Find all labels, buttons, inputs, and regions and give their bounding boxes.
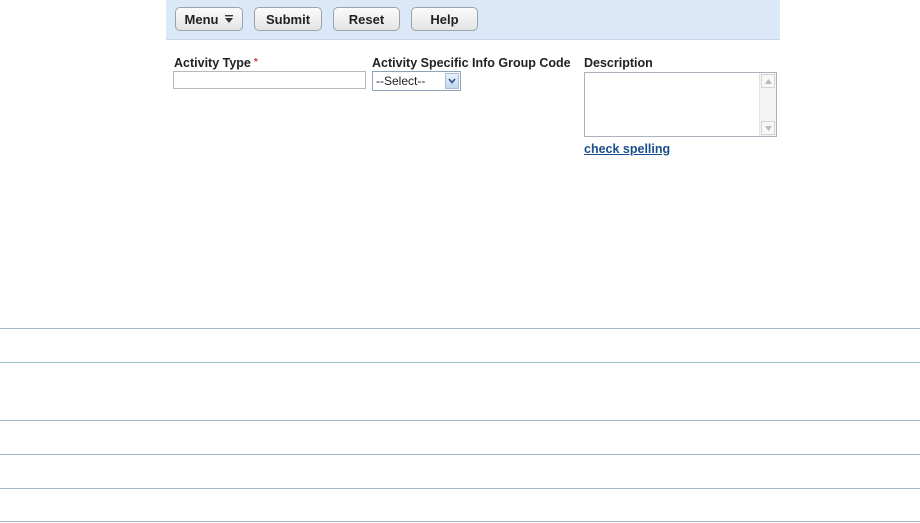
description-scrollbar[interactable] [759, 73, 776, 136]
scroll-down-icon[interactable] [761, 121, 775, 135]
scroll-up-icon[interactable] [761, 74, 775, 88]
separator-line [0, 521, 920, 522]
submit-button[interactable]: Submit [254, 7, 322, 31]
activity-type-input[interactable] [173, 71, 366, 89]
reset-button[interactable]: Reset [333, 7, 400, 31]
separator-line [0, 328, 920, 329]
separator-line [0, 362, 920, 363]
description-label: Description [584, 56, 653, 70]
toolbar: Menu Submit Reset Help [166, 0, 780, 40]
group-code-select[interactable]: --Select-- [372, 71, 461, 91]
separator-line [0, 454, 920, 455]
description-textarea[interactable] [584, 72, 777, 137]
menu-button-label: Menu [184, 11, 219, 27]
required-marker: * [253, 57, 258, 68]
select-dropdown-icon[interactable] [445, 73, 459, 89]
page: Menu Submit Reset Help Activity Type * Ac… [0, 0, 920, 523]
group-code-selected-value: --Select-- [376, 74, 426, 88]
activity-type-label: Activity Type * [174, 56, 258, 70]
menu-button[interactable]: Menu [175, 7, 243, 31]
separator-line [0, 488, 920, 489]
group-code-label: Activity Specific Info Group Code [372, 56, 571, 70]
help-button[interactable]: Help [411, 7, 478, 31]
menu-arrow-icon [225, 15, 234, 23]
check-spelling-link[interactable]: check spelling [584, 142, 670, 156]
activity-type-label-text: Activity Type [174, 56, 251, 70]
separator-line [0, 420, 920, 421]
